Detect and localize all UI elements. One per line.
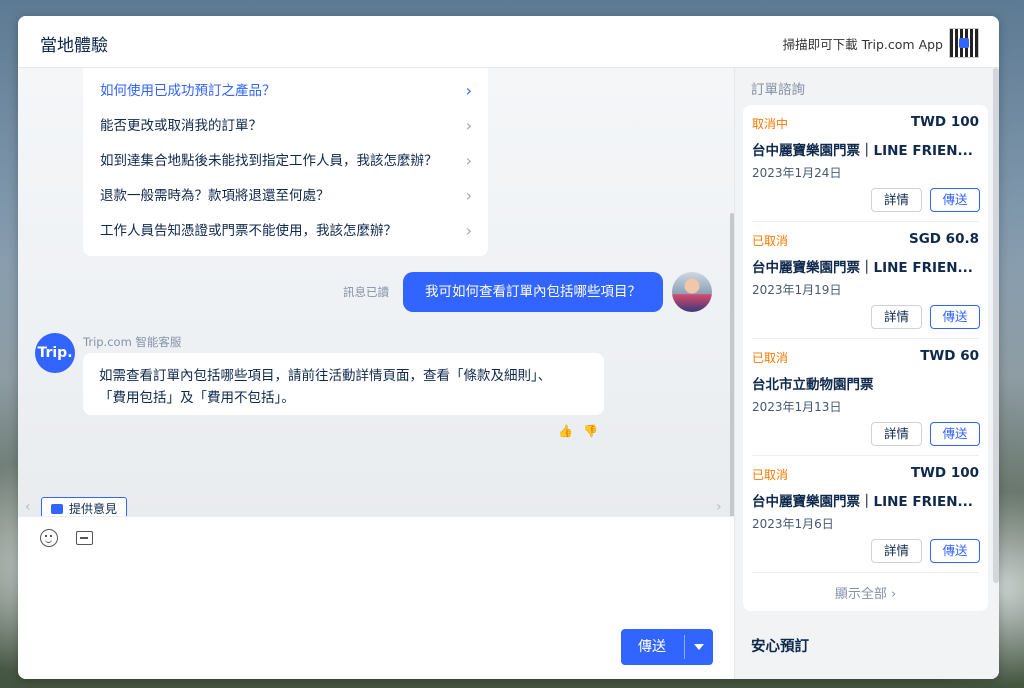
faq-item-label: 能否更改或取消我的訂單？ <box>100 118 262 134</box>
order-price: TWD 60 <box>920 348 979 364</box>
faq-item[interactable]: 能否更改或取消我的訂單？ › <box>100 109 472 143</box>
show-all-link[interactable]: 顯示全部 › <box>743 583 988 602</box>
order-send-button[interactable]: 傳送 <box>930 539 980 563</box>
order-name: 台中麗寶樂園門票｜LINE FRIEN... <box>752 494 973 510</box>
show-all-label: 顯示全部 <box>834 587 887 602</box>
thumbs-down-icon[interactable]: 👎 <box>583 424 598 438</box>
feedback-icon <box>51 504 63 514</box>
chevron-right-icon[interactable]: › <box>716 499 722 515</box>
send-button-label: 傳送 <box>638 639 666 655</box>
page-title: 當地體驗 <box>40 36 108 56</box>
order-date: 2023年1月13日 <box>752 400 842 414</box>
faq-item[interactable]: 退款一般需時為？款項將退還至何處？ › <box>100 179 472 213</box>
faq-item-label: 退款一般需時為？款項將退還至何處？ <box>100 188 330 204</box>
section-title: 安心預訂 <box>751 639 809 655</box>
order-name: 台中麗寶樂園門票｜LINE FRIEN... <box>752 260 973 276</box>
order-name: 台中麗寶樂園門票｜LINE FRIEN... <box>752 143 973 159</box>
faq-item-label: 如到達集合地點後未能找到指定工作人員，我該怎麼辦？ <box>100 153 438 169</box>
chevron-left-icon[interactable]: ‹ <box>25 499 31 515</box>
order-date: 2023年1月24日 <box>752 166 842 180</box>
order-card: 已取消 TWD 100 台中麗寶樂園門票｜LINE FRIEN... 2023年… <box>743 456 988 573</box>
chevron-right-icon: › <box>465 151 472 170</box>
bot-message-line: 如需查看訂單內包括哪些項目，請前往活動詳情頁面，查看「條款及細則」、 <box>99 368 552 384</box>
bot-name: Trip.com 智能客服 <box>83 335 182 349</box>
order-list: 取消中 TWD 100 台中麗寶樂園門票｜LINE FRIEN... 2023年… <box>743 105 988 611</box>
qr-code-icon[interactable] <box>949 28 979 58</box>
chevron-right-icon: › <box>465 81 472 100</box>
faq-item[interactable]: 如何使用已成功預訂之產品？ › <box>100 74 472 108</box>
order-date: 2023年1月19日 <box>752 283 842 297</box>
thumbs-up-icon[interactable]: 👍 <box>558 424 573 438</box>
chevron-right-icon: › <box>465 116 472 135</box>
chat-window: 當地體驗 掃描即可下載 Trip.com App 如何使用已成功預訂之產品？ ›… <box>18 16 999 679</box>
order-sidebar: 訂單諮詢 取消中 TWD 100 台中麗寶樂園門票｜LINE FRIEN... … <box>734 68 999 679</box>
caret-down-icon[interactable] <box>694 644 704 650</box>
order-card: 已取消 TWD 60 台北市立動物園門票 2023年1月13日 詳情 傳送 <box>743 339 988 456</box>
header: 當地體驗 掃描即可下載 Trip.com App <box>18 16 999 68</box>
faq-item-label: 如何使用已成功預訂之產品？ <box>100 83 276 99</box>
faq-item-label: 工作人員告知憑證或門票不能使用，我該怎麼辦？ <box>100 223 397 239</box>
bot-message-bubble: 如需查看訂單內包括哪些項目，請前往活動詳情頁面，查看「條款及細則」、 「費用包括… <box>83 353 604 415</box>
divider <box>752 572 979 573</box>
order-detail-button[interactable]: 詳情 <box>871 422 922 446</box>
sidebar-title: 訂單諮詢 <box>751 82 805 98</box>
order-status: 取消中 <box>752 117 789 131</box>
order-detail-button[interactable]: 詳情 <box>871 305 922 329</box>
faq-item[interactable]: 工作人員告知憑證或門票不能使用，我該怎麼辦？ › <box>100 214 472 248</box>
order-status: 已取消 <box>752 468 789 482</box>
order-price: SGD 60.8 <box>908 231 979 247</box>
divider <box>684 635 685 659</box>
faq-item[interactable]: 如到達集合地點後未能找到指定工作人員，我該怎麼辦？ › <box>100 144 472 178</box>
faq-card: 如何使用已成功預訂之產品？ › 能否更改或取消我的訂單？ › 如到達集合地點後未… <box>83 68 488 256</box>
order-detail-button[interactable]: 詳情 <box>871 539 922 563</box>
app-download-text: 掃描即可下載 Trip.com App <box>782 37 943 52</box>
order-card: 已取消 SGD 60.8 台中麗寶樂園門票｜LINE FRIEN... 2023… <box>743 222 988 339</box>
order-price: TWD 100 <box>910 114 979 130</box>
user-message-bubble: 我可如何查看訂單內包括哪些項目？ <box>403 272 663 312</box>
chevron-right-icon: › <box>465 186 472 205</box>
order-status: 已取消 <box>752 351 789 365</box>
order-detail-button[interactable]: 詳情 <box>871 188 922 212</box>
chevron-right-icon: › <box>465 221 472 240</box>
chevron-right-icon: › <box>890 587 897 602</box>
order-price: TWD 100 <box>910 465 979 481</box>
order-send-button[interactable]: 傳送 <box>930 305 980 329</box>
bot-avatar: Trip. <box>35 333 75 373</box>
order-date: 2023年1月6日 <box>752 517 834 531</box>
scrollbar[interactable] <box>993 68 999 583</box>
send-button[interactable]: 傳送 <box>621 629 713 665</box>
emoji-icon[interactable] <box>40 529 58 547</box>
avatar <box>672 272 712 312</box>
chat-area[interactable]: 如何使用已成功預訂之產品？ › 能否更改或取消我的訂單？ › 如到達集合地點後未… <box>18 68 734 523</box>
order-send-button[interactable]: 傳送 <box>930 188 980 212</box>
order-send-button[interactable]: 傳送 <box>930 422 980 446</box>
bot-message-line: 「費用包括」及「費用不包括」。 <box>99 390 295 406</box>
order-name: 台北市立動物園門票 <box>752 377 874 393</box>
order-card: 取消中 TWD 100 台中麗寶樂園門票｜LINE FRIEN... 2023年… <box>743 105 988 222</box>
read-receipt: 訊息已讀 <box>343 285 389 299</box>
order-status: 已取消 <box>752 234 789 248</box>
message-composer[interactable]: 傳送 <box>18 516 734 679</box>
folder-icon[interactable] <box>76 531 93 545</box>
